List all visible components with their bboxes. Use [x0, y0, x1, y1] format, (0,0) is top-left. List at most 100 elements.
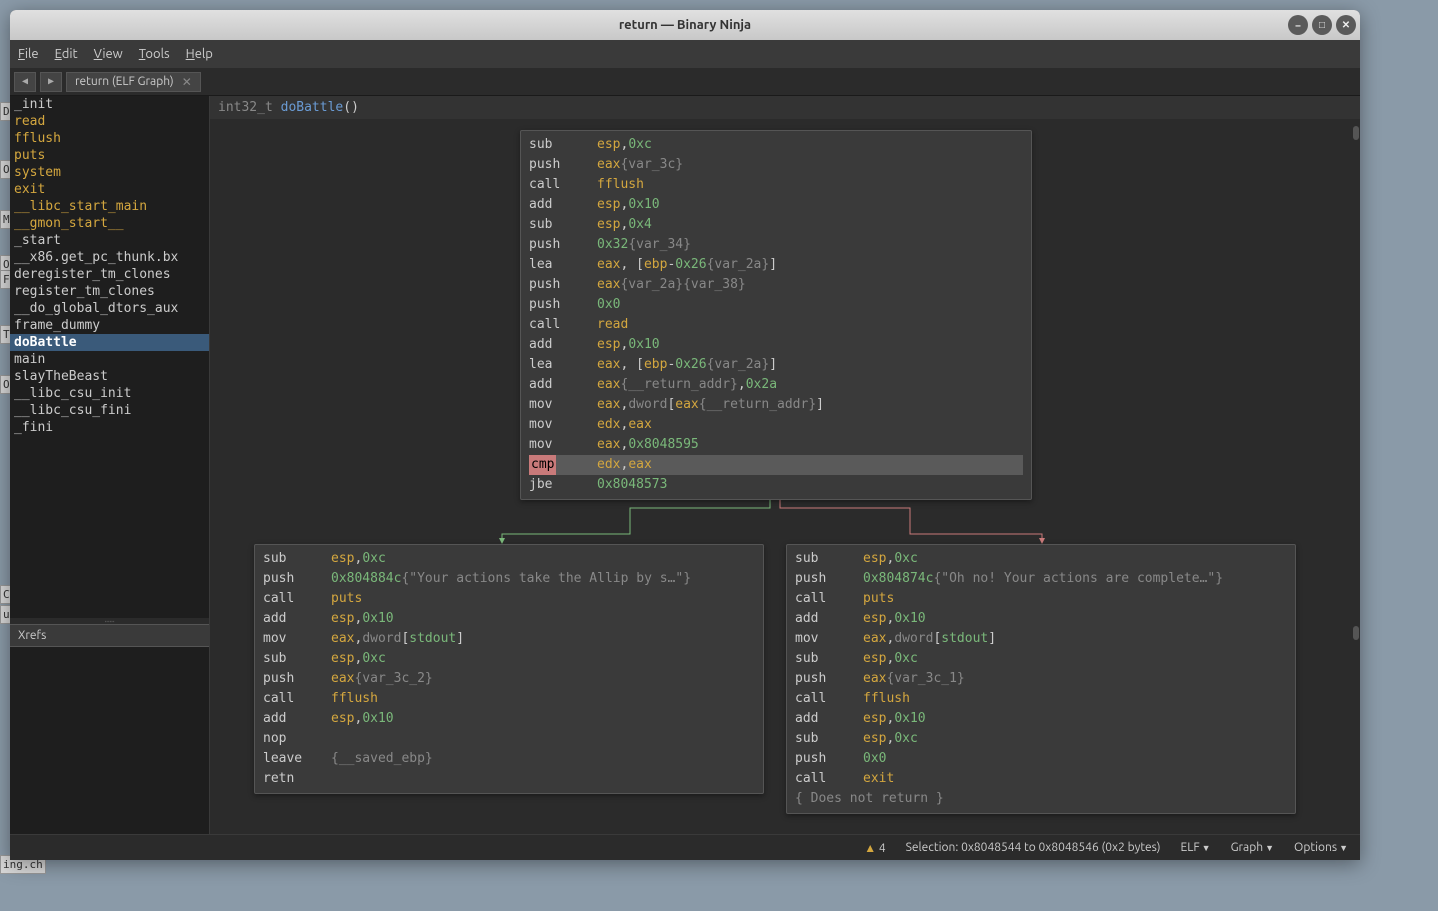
asm-line[interactable]: moveax, dword [stdout]: [263, 629, 755, 649]
function-signature: int32_t doBattle(): [210, 96, 1360, 119]
asm-line[interactable]: push0x0: [529, 295, 1023, 315]
close-button[interactable]: ✕: [1336, 15, 1356, 35]
graph-area[interactable]: int32_t doBattle() subesp, 0xcpusheax {v…: [210, 96, 1360, 834]
asm-line[interactable]: retn: [263, 769, 755, 789]
menu-file[interactable]: File: [18, 47, 39, 61]
menu-tools[interactable]: Tools: [139, 47, 170, 61]
function-item[interactable]: deregister_tm_clones: [10, 266, 209, 283]
asm-line[interactable]: subesp, 0xc: [263, 549, 755, 569]
format-dropdown[interactable]: ELF ▼: [1180, 841, 1210, 854]
asm-line[interactable]: jbe0x8048573: [529, 475, 1023, 495]
chevron-down-icon: ▼: [1265, 843, 1274, 853]
asm-line[interactable]: leaeax, [ebp-0x26 {var_2a}]: [529, 255, 1023, 275]
minimize-button[interactable]: –: [1288, 15, 1308, 35]
asm-line[interactable]: pusheax {var_3c}: [529, 155, 1023, 175]
asm-line[interactable]: push0x804874c {"Oh no! Your actions are …: [795, 569, 1287, 589]
function-item[interactable]: __libc_csu_init: [10, 385, 209, 402]
xrefs-panel: Xrefs: [10, 624, 209, 834]
selection-text: Selection: 0x8048544 to 0x8048546 (0x2 b…: [906, 841, 1161, 854]
asm-line[interactable]: callputs: [795, 589, 1287, 609]
asm-line[interactable]: callfflush: [529, 175, 1023, 195]
close-icon[interactable]: ✕: [182, 75, 192, 89]
function-item[interactable]: __libc_csu_fini: [10, 402, 209, 419]
asm-line[interactable]: callfflush: [263, 689, 755, 709]
asm-line[interactable]: moveax, 0x8048595: [529, 435, 1023, 455]
function-item[interactable]: __libc_start_main: [10, 198, 209, 215]
asm-line[interactable]: leave {__saved_ebp}: [263, 749, 755, 769]
asm-line[interactable]: moveax, dword [eax {__return_addr}]: [529, 395, 1023, 415]
chevron-down-icon: ▼: [1202, 843, 1211, 853]
chevron-down-icon: ▼: [1339, 843, 1348, 853]
function-item[interactable]: __x86.get_pc_thunk.bx: [10, 249, 209, 266]
asm-line[interactable]: moveax, dword [stdout]: [795, 629, 1287, 649]
function-item[interactable]: main: [10, 351, 209, 368]
window-title: return — Binary Ninja: [619, 18, 751, 32]
asm-line[interactable]: subesp, 0xc: [795, 729, 1287, 749]
asm-line[interactable]: subesp, 0xc: [529, 135, 1023, 155]
asm-line[interactable]: pusheax {var_3c_1}: [795, 669, 1287, 689]
main-window: return — Binary Ninja – □ ✕ File Edit Vi…: [10, 10, 1360, 860]
function-item[interactable]: system: [10, 164, 209, 181]
function-item[interactable]: __gmon_start__: [10, 215, 209, 232]
asm-line[interactable]: addesp, 0x10: [529, 335, 1023, 355]
function-item[interactable]: exit: [10, 181, 209, 198]
function-item[interactable]: doBattle: [10, 334, 209, 351]
view-dropdown[interactable]: Graph ▼: [1231, 841, 1274, 854]
menu-edit[interactable]: Edit: [55, 47, 78, 61]
function-item[interactable]: read: [10, 113, 209, 130]
asm-line[interactable]: callputs: [263, 589, 755, 609]
vertical-scrollbar[interactable]: [1352, 126, 1360, 834]
asm-line[interactable]: push0x0: [795, 749, 1287, 769]
function-item[interactable]: _fini: [10, 419, 209, 436]
asm-line[interactable]: addeax {__return_addr}, 0x2a: [529, 375, 1023, 395]
asm-line[interactable]: push0x804884c {"Your actions take the Al…: [263, 569, 755, 589]
asm-line[interactable]: subesp, 0xc: [795, 549, 1287, 569]
asm-line[interactable]: addesp, 0x10: [263, 709, 755, 729]
asm-line[interactable]: pusheax {var_3c_2}: [263, 669, 755, 689]
asm-line[interactable]: movedx, eax: [529, 415, 1023, 435]
asm-line[interactable]: addesp, 0x10: [795, 609, 1287, 629]
asm-line[interactable]: subesp, 0xc: [263, 649, 755, 669]
basic-block-3[interactable]: subesp, 0xcpush0x804874c {"Oh no! Your a…: [786, 544, 1296, 814]
asm-line[interactable]: callfflush: [795, 689, 1287, 709]
menu-view[interactable]: View: [94, 47, 123, 61]
asm-line[interactable]: addesp, 0x10: [529, 195, 1023, 215]
asm-line[interactable]: leaeax, [ebp-0x26 {var_2a}]: [529, 355, 1023, 375]
maximize-button[interactable]: □: [1312, 15, 1332, 35]
function-item[interactable]: _start: [10, 232, 209, 249]
asm-line[interactable]: callexit: [795, 769, 1287, 789]
asm-line[interactable]: subesp, 0x4: [529, 215, 1023, 235]
function-item[interactable]: frame_dummy: [10, 317, 209, 334]
function-list[interactable]: _initreadfflushputssystemexit__libc_star…: [10, 96, 209, 618]
asm-line[interactable]: cmpedx, eax: [529, 455, 1023, 475]
asm-line[interactable]: subesp, 0xc: [795, 649, 1287, 669]
asm-line[interactable]: push0x32 {var_34}: [529, 235, 1023, 255]
sidebar: _initreadfflushputssystemexit__libc_star…: [10, 96, 210, 834]
basic-block-1[interactable]: subesp, 0xcpusheax {var_3c}callfflushadd…: [520, 130, 1032, 500]
asm-line[interactable]: addesp, 0x10: [795, 709, 1287, 729]
titlebar[interactable]: return — Binary Ninja – □ ✕: [10, 10, 1360, 40]
asm-line[interactable]: { Does not return }: [795, 789, 1287, 809]
function-item[interactable]: slayTheBeast: [10, 368, 209, 385]
function-item[interactable]: _init: [10, 96, 209, 113]
statusbar: ▲ 4 Selection: 0x8048544 to 0x8048546 (0…: [10, 834, 1360, 860]
xrefs-header[interactable]: Xrefs: [10, 624, 209, 647]
nav-back-button[interactable]: ◀: [14, 72, 36, 92]
options-dropdown[interactable]: Options ▼: [1294, 841, 1348, 854]
basic-block-2[interactable]: subesp, 0xcpush0x804884c {"Your actions …: [254, 544, 764, 794]
function-item[interactable]: puts: [10, 147, 209, 164]
asm-line[interactable]: callread: [529, 315, 1023, 335]
tabbar: ◀ ▶ return (ELF Graph) ✕: [10, 68, 1360, 96]
asm-line[interactable]: pusheax {var_2a} {var_38}: [529, 275, 1023, 295]
function-item[interactable]: fflush: [10, 130, 209, 147]
menu-help[interactable]: Help: [186, 47, 213, 61]
function-item[interactable]: __do_global_dtors_aux: [10, 300, 209, 317]
tab-label: return (ELF Graph): [75, 75, 174, 88]
asm-line[interactable]: addesp, 0x10: [263, 609, 755, 629]
warning-icon[interactable]: ▲: [864, 842, 876, 855]
tab-return[interactable]: return (ELF Graph) ✕: [66, 72, 201, 92]
asm-line[interactable]: nop: [263, 729, 755, 749]
nav-forward-button[interactable]: ▶: [40, 72, 62, 92]
function-item[interactable]: register_tm_clones: [10, 283, 209, 300]
warning-count: 4: [879, 842, 886, 855]
